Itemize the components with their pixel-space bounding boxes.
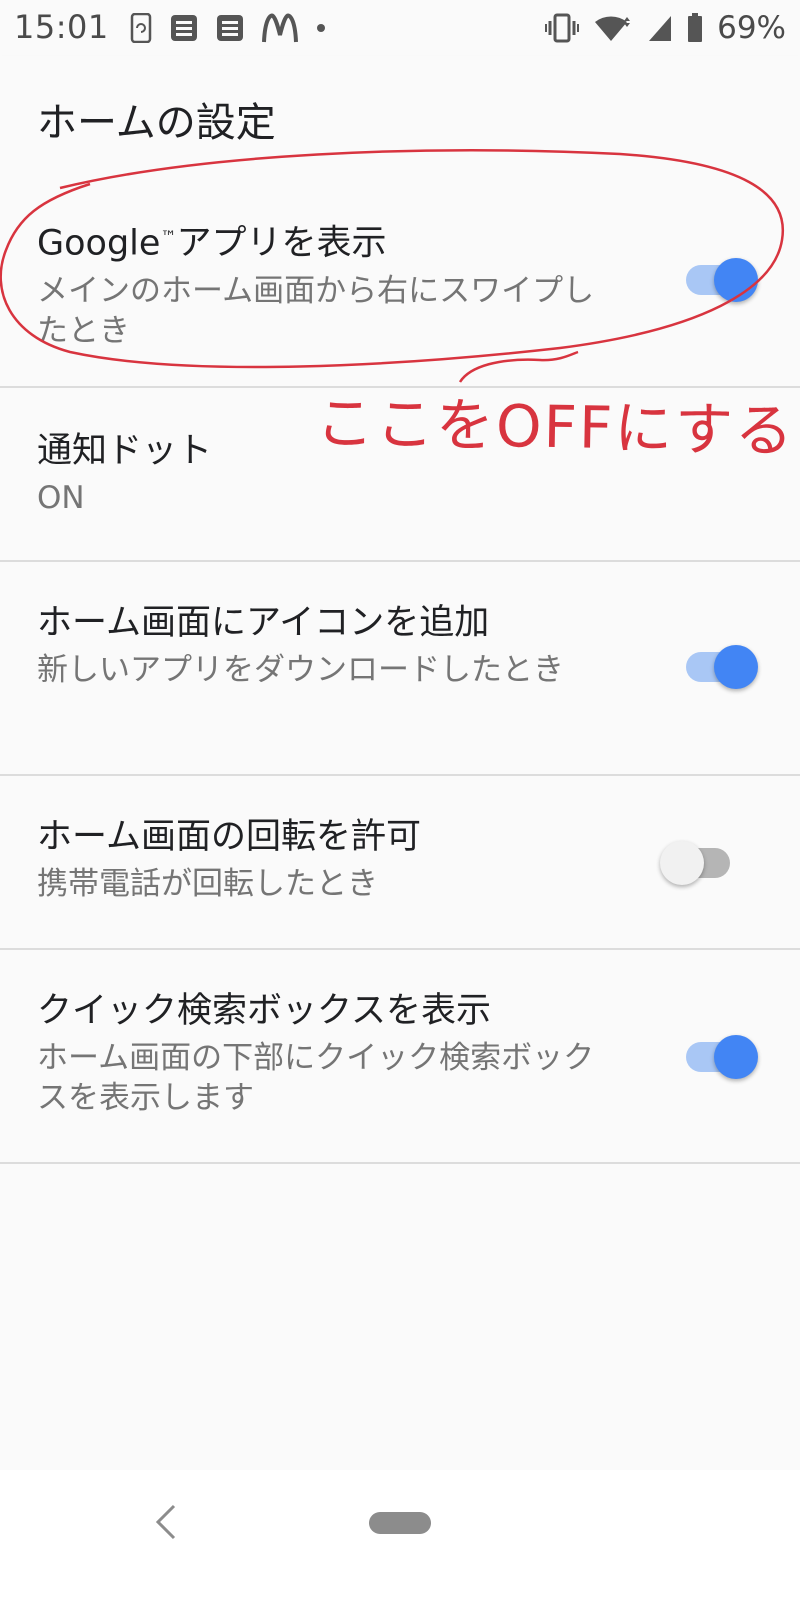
- setting-quick-search[interactable]: クイック検索ボックスを表示 ホーム画面の下部にクイック検索ボックスを表示します: [0, 950, 800, 1164]
- setting-summary: メインのホーム画面から右にスワイプしたとき: [37, 272, 595, 349]
- google-app-toggle[interactable]: [686, 255, 758, 305]
- status-time: 15:01: [14, 8, 109, 46]
- signal-icon: [649, 16, 672, 41]
- setting-summary: 携帯電話が回転したとき: [37, 866, 378, 902]
- toggle-thumb: [714, 645, 758, 689]
- setting-title: ホーム画面の回転を許可: [37, 817, 421, 857]
- note-icon: [171, 15, 197, 41]
- page-title: ホームの設定: [37, 100, 276, 146]
- toggle-thumb: [714, 1035, 758, 1079]
- status-bar: 15:01 69%: [0, 0, 800, 56]
- vibrate-icon: [545, 13, 580, 43]
- setting-title: クイック検索ボックスを表示: [37, 991, 491, 1031]
- setting-text: クイック検索ボックスを表示 ホーム画面の下部にクイック検索ボックスを表示します: [37, 988, 617, 1118]
- setting-title: Google™アプリを表示: [37, 214, 617, 267]
- status-left-icons: [130, 12, 326, 44]
- nav-bar: [0, 1470, 800, 1600]
- setting-title: ホーム画面にアイコンを追加: [37, 603, 490, 643]
- app-bar: ホームの設定: [0, 56, 800, 178]
- setting-text: ホーム画面にアイコンを追加 新しいアプリをダウンロードしたとき: [37, 600, 617, 690]
- battery-percent: 69%: [717, 10, 786, 46]
- setting-google-app[interactable]: Google™アプリを表示 メインのホーム画面から右にスワイプしたとき: [0, 178, 800, 388]
- status-right: 69%: [545, 10, 786, 46]
- back-icon[interactable]: [146, 1500, 186, 1544]
- rotate-icon: [130, 13, 152, 43]
- setting-summary: ホーム画面の下部にクイック検索ボックスを表示します: [37, 1040, 595, 1116]
- allow-rotation-toggle[interactable]: [660, 838, 740, 888]
- setting-text: ホーム画面の回転を許可 携帯電話が回転したとき: [37, 814, 617, 904]
- toggle-thumb: [660, 841, 704, 885]
- wifi-icon: [595, 16, 631, 41]
- quick-search-toggle[interactable]: [686, 1032, 758, 1082]
- note-icon: [217, 15, 243, 41]
- battery-icon: [688, 13, 703, 42]
- add-icon-toggle[interactable]: [686, 642, 758, 692]
- settings-list: Google™アプリを表示 メインのホーム画面から右にスワイプしたとき 通知ドッ…: [0, 178, 800, 1164]
- setting-allow-rotation[interactable]: ホーム画面の回転を許可 携帯電話が回転したとき: [0, 776, 800, 950]
- setting-title-suffix: アプリを表示: [176, 223, 387, 264]
- setting-add-icon[interactable]: ホーム画面にアイコンを追加 新しいアプリをダウンロードしたとき: [0, 562, 800, 776]
- toggle-thumb: [714, 258, 758, 302]
- setting-text: Google™アプリを表示 メインのホーム画面から右にスワイプしたとき: [37, 214, 617, 351]
- mcdonalds-icon: [262, 13, 298, 43]
- setting-summary: ON: [37, 480, 85, 516]
- setting-title-prefix: Google: [37, 223, 161, 264]
- dot-icon: [317, 24, 325, 32]
- annotation-text: ここをOFFにする: [315, 388, 796, 466]
- trademark-mark: ™: [160, 227, 177, 246]
- home-pill-icon[interactable]: [369, 1512, 431, 1534]
- setting-summary: 新しいアプリをダウンロードしたとき: [37, 652, 564, 688]
